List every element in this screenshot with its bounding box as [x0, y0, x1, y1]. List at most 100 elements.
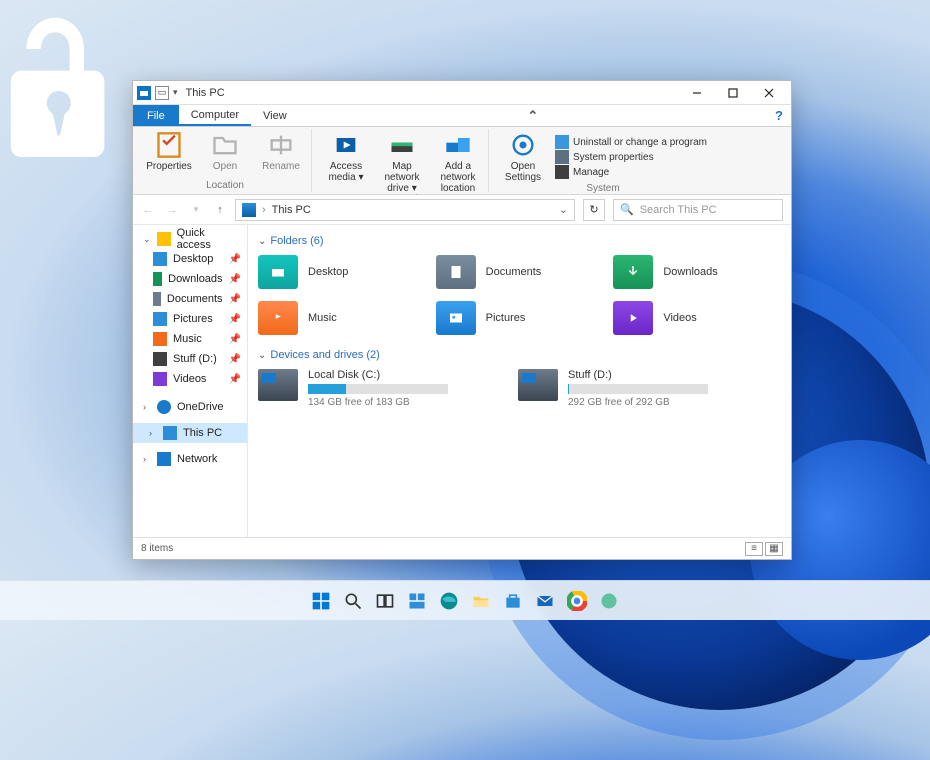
help-icon[interactable]: ? — [767, 108, 791, 123]
sidebar-item-downloads[interactable]: Downloads📌 — [133, 269, 247, 289]
open-icon — [211, 131, 239, 159]
videos-folder-icon — [613, 301, 653, 335]
address-history-dropdown[interactable]: ⌄ — [559, 203, 568, 216]
minimize-button[interactable] — [679, 82, 715, 104]
system-menu-icon[interactable] — [137, 86, 151, 100]
folder-label: Downloads — [663, 266, 717, 278]
breadcrumb[interactable]: This PC — [272, 204, 311, 216]
widgets-button[interactable] — [404, 588, 430, 614]
app-taskbar-icon[interactable] — [596, 588, 622, 614]
nav-forward-button[interactable]: → — [165, 204, 179, 216]
chrome-taskbar-icon[interactable] — [564, 588, 590, 614]
downloads-folder-icon — [613, 255, 653, 289]
desktop-folder-icon — [258, 255, 298, 289]
qat-properties-icon[interactable]: ▭ — [155, 86, 169, 100]
nav-up-button[interactable]: ↑ — [213, 204, 227, 216]
sidebar-item-onedrive[interactable]: ›OneDrive — [133, 397, 247, 417]
close-button[interactable] — [751, 82, 787, 104]
folder-label: Pictures — [486, 312, 526, 324]
music-folder-icon — [258, 301, 298, 335]
sidebar-item-this-pc[interactable]: ›This PC — [133, 423, 247, 443]
breadcrumb-separator-icon: › — [262, 204, 266, 216]
pictures-icon — [153, 312, 167, 326]
nav-recent-dropdown[interactable]: ▾ — [189, 204, 203, 216]
edge-taskbar-icon[interactable] — [436, 588, 462, 614]
tab-view-label: View — [263, 110, 287, 122]
open-label: Open — [213, 161, 237, 172]
explorer-taskbar-icon[interactable] — [468, 588, 494, 614]
sidebar-item-quick-access[interactable]: ⌄Quick access — [133, 229, 247, 249]
tab-computer[interactable]: Computer — [179, 105, 251, 126]
refresh-button[interactable]: ↻ — [583, 199, 605, 221]
window-title: This PC — [186, 87, 225, 99]
drive-free-text: 292 GB free of 292 GB — [568, 397, 738, 408]
sidebar-item-stuff[interactable]: Stuff (D:)📌 — [133, 349, 247, 369]
uninstall-label: Uninstall or change a program — [573, 137, 707, 148]
view-details-button[interactable]: ≡ — [745, 542, 763, 556]
sidebar-item-documents[interactable]: Documents📌 — [133, 289, 247, 309]
folders-section-header[interactable]: ⌄ Folders (6) — [258, 235, 781, 247]
start-button[interactable] — [308, 588, 334, 614]
search-input[interactable]: 🔍 Search This PC — [613, 199, 783, 221]
open-button[interactable]: Open — [201, 131, 249, 172]
add-location-button[interactable]: Add a network location — [434, 131, 482, 194]
folder-documents[interactable]: Documents — [436, 255, 604, 289]
videos-icon — [153, 372, 167, 386]
sidebar-label: Network — [177, 453, 217, 465]
sidebar-item-network[interactable]: ›Network — [133, 449, 247, 469]
qat-dropdown-icon[interactable]: ▾ — [173, 87, 178, 98]
folder-label: Music — [308, 312, 337, 324]
maximize-button[interactable] — [715, 82, 751, 104]
manage-icon — [555, 165, 569, 179]
drive-name: Stuff (D:) — [568, 369, 738, 381]
store-taskbar-icon[interactable] — [500, 588, 526, 614]
desktop-icon — [153, 252, 167, 266]
manage-button[interactable]: Manage — [555, 165, 707, 179]
folder-label: Documents — [486, 266, 542, 278]
nav-back-button[interactable]: ← — [141, 204, 155, 216]
rename-label: Rename — [262, 161, 300, 172]
drive-usage-bar — [308, 384, 448, 394]
drives-section-header[interactable]: ⌄ Devices and drives (2) — [258, 349, 781, 361]
tab-file[interactable]: File — [133, 105, 179, 126]
sidebar-label: This PC — [183, 427, 222, 439]
content-pane[interactable]: ⌄ Folders (6) Desktop Documents Downloads M… — [248, 225, 791, 537]
rename-button[interactable]: Rename — [257, 131, 305, 172]
view-icons-button[interactable]: ▦ — [765, 542, 783, 556]
titlebar[interactable]: ▭ ▾ This PC — [133, 81, 791, 105]
sidebar-item-pictures[interactable]: Pictures📌 — [133, 309, 247, 329]
drive-icon — [518, 369, 558, 401]
sidebar-item-music[interactable]: Music📌 — [133, 329, 247, 349]
folder-music[interactable]: Music — [258, 301, 426, 335]
tab-view[interactable]: View — [251, 105, 299, 126]
add-location-label: Add a network location — [434, 161, 482, 194]
folder-downloads[interactable]: Downloads — [613, 255, 781, 289]
sidebar-item-desktop[interactable]: Desktop📌 — [133, 249, 247, 269]
uninstall-program-button[interactable]: Uninstall or change a program — [555, 135, 707, 149]
map-drive-button[interactable]: Map network drive ▾ — [378, 131, 426, 194]
system-properties-button[interactable]: System properties — [555, 150, 707, 164]
sidebar-label: OneDrive — [177, 401, 223, 413]
folder-desktop[interactable]: Desktop — [258, 255, 426, 289]
drives-header-label: Devices and drives (2) — [270, 349, 379, 361]
tab-computer-label: Computer — [191, 109, 239, 121]
drive-usage-bar — [568, 384, 708, 394]
drive-stuff-d-[interactable]: Stuff (D:) 292 GB free of 292 GB — [518, 369, 738, 408]
address-bar[interactable]: › This PC ⌄ — [235, 199, 575, 221]
item-count: 8 items — [141, 543, 173, 554]
open-settings-button[interactable]: Open Settings — [499, 131, 547, 183]
drive-name: Local Disk (C:) — [308, 369, 478, 381]
refresh-icon: ↻ — [589, 203, 598, 216]
properties-button[interactable]: Properties — [145, 131, 193, 172]
sidebar-label: Pictures — [173, 313, 213, 325]
sidebar-item-videos[interactable]: Videos📌 — [133, 369, 247, 389]
search-taskbar-button[interactable] — [340, 588, 366, 614]
mail-taskbar-icon[interactable] — [532, 588, 558, 614]
properties-icon — [155, 131, 183, 159]
task-view-button[interactable] — [372, 588, 398, 614]
folder-pictures[interactable]: Pictures — [436, 301, 604, 335]
ribbon-collapse-icon[interactable]: ⌃ — [519, 108, 546, 124]
access-media-button[interactable]: Access media ▾ — [322, 131, 370, 183]
drive-local-disk-c-[interactable]: Local Disk (C:) 134 GB free of 183 GB — [258, 369, 478, 408]
folder-videos[interactable]: Videos — [613, 301, 781, 335]
